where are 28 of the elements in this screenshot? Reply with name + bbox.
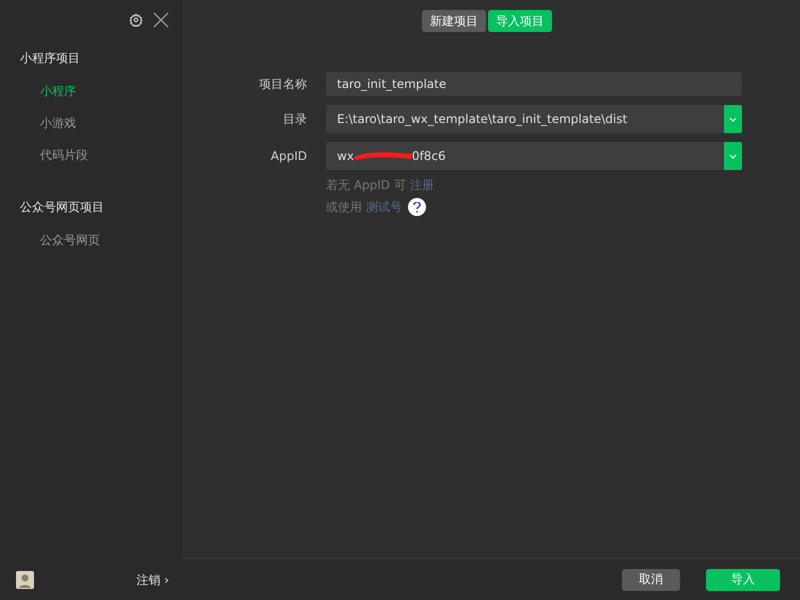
hint-text: 若无 AppID 可 [326, 177, 406, 194]
redaction-mark [354, 150, 412, 162]
sidebar-item[interactable]: 小游戏 [0, 115, 76, 132]
appid-value: 0f8c6 [412, 149, 446, 163]
directory-value: E:\taro\taro_wx_template\taro_init_template\dist [336, 112, 628, 126]
logout-link[interactable]: 注销 › [136, 572, 169, 588]
chevron-down-icon [729, 154, 737, 158]
section-title: 小程序项目 [19, 50, 81, 67]
close-icon[interactable] [153, 12, 169, 28]
project-name-value: taro_init_template [336, 77, 448, 91]
cancel-button[interactable]: 取消 [622, 568, 680, 590]
input-field[interactable]: wx 0f8c6 [326, 142, 742, 170]
appid-value: wx [337, 149, 354, 163]
field-label: 目录 [282, 110, 307, 128]
sidebar-item[interactable]: 公众号网页 [0, 232, 100, 249]
sidebar-item[interactable]: 代码片段 [0, 147, 88, 164]
settings-icon[interactable] [129, 13, 143, 27]
input-field[interactable]: taro_init_template [326, 72, 742, 96]
chevron-down-icon [729, 116, 737, 122]
help-icon[interactable] [408, 198, 426, 216]
tab[interactable]: 新建项目 [422, 10, 486, 32]
avatar-icon[interactable] [16, 571, 34, 589]
field-label: 项目名称 [258, 76, 307, 92]
input-field[interactable]: E:\taro\taro_wx_template\taro_init_template\dist [326, 105, 742, 133]
field-label: AppID [270, 149, 307, 163]
hint-text: 或使用 [326, 198, 362, 216]
section-title: 公众号网页项目 [19, 199, 105, 216]
sidebar-item[interactable]: 小程序 [0, 83, 76, 100]
